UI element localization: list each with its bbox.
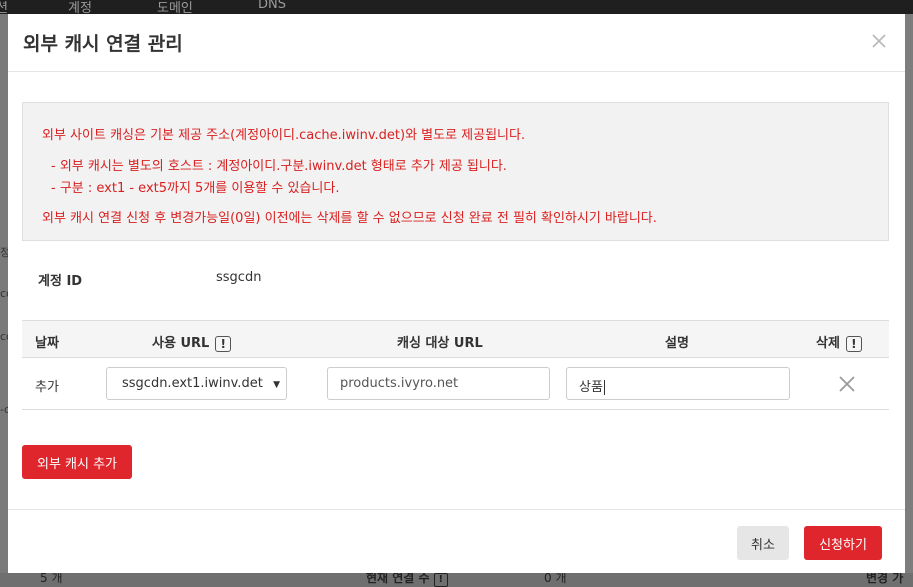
header-use-url: 사용 URL! <box>152 332 232 352</box>
row-date: 추가 <box>35 380 59 395</box>
bg-edge-text: co <box>0 330 8 343</box>
notice-line: - 구분 : ext1 - ext5까지 5개를 이용할 수 있습니다. <box>51 181 340 196</box>
notice-line: - 외부 캐시는 별도의 호스트 : 계정아이디.구분.iwinv.det 형태… <box>51 159 507 174</box>
delete-icon[interactable] <box>838 375 856 393</box>
description-value-wrap: 상품 <box>579 376 605 395</box>
bg-edge-text: -c <box>0 403 8 416</box>
text-cursor <box>603 380 605 395</box>
add-external-cache-button[interactable]: 외부 캐시 추가 <box>22 445 132 479</box>
table-header: 날짜 사용 URL! 캐싱 대상 URL 설명 삭제! <box>22 320 889 358</box>
info-icon[interactable]: ! <box>845 335 862 352</box>
background-bottom-row: 5 개 현재 연결 수 ! 0 개 변경 가 <box>0 573 913 587</box>
bg-count: 5 개 <box>40 573 63 585</box>
bg-edge-text: co <box>0 287 8 300</box>
info-icon[interactable]: ! <box>215 335 232 352</box>
header-delete: 삭제! <box>816 332 862 352</box>
external-cache-modal: 외부 캐시 연결 관리 외부 사이트 캐싱은 기본 제공 주소(계정아이디.ca… <box>8 14 905 573</box>
chevron-down-icon: ▼ <box>273 380 280 390</box>
bg-nav-item: 션 <box>0 1 8 16</box>
background-top-nav: 션 계정 도메인 DNS <box>0 0 913 16</box>
bg-change: 변경 가 <box>866 573 904 585</box>
bg-nav-item: DNS <box>258 0 286 12</box>
bg-total-label: 현재 연결 수 ! <box>366 573 448 587</box>
bg-zero: 0 개 <box>544 573 567 585</box>
notice-box: 외부 사이트 캐싱은 기본 제공 주소(계정아이디.cache.iwinv.de… <box>22 102 889 241</box>
header-date: 날짜 <box>35 336 59 351</box>
account-id-value: ssgcdn <box>216 270 262 285</box>
modal-footer: 취소 신청하기 <box>8 509 905 574</box>
header-description: 설명 <box>665 336 689 351</box>
notice-line: 외부 캐시 연결 신청 후 변경가능일(0일) 이전에는 삭제를 할 수 없으므… <box>42 211 657 226</box>
table-row: 추가 ssgcdn.ext1.iwinv.det ▼ products.ivyr… <box>22 358 889 410</box>
target-url-value: products.ivyro.net <box>340 376 459 391</box>
header-target-url: 캐싱 대상 URL <box>397 336 483 351</box>
close-icon[interactable] <box>870 32 888 50</box>
bg-edge-text: 정 <box>0 246 8 259</box>
use-url-selected: ssgcdn.ext1.iwinv.det <box>122 376 263 391</box>
target-url-input[interactable]: products.ivyro.net <box>327 367 550 400</box>
cancel-button[interactable]: 취소 <box>737 526 789 560</box>
use-url-select[interactable]: ssgcdn.ext1.iwinv.det ▼ <box>106 367 287 400</box>
modal-header: 외부 캐시 연결 관리 <box>8 14 905 72</box>
account-id-label: 계정 ID <box>38 274 83 289</box>
description-value: 상품 <box>579 380 603 395</box>
modal-title: 외부 캐시 연결 관리 <box>23 33 183 55</box>
notice-line: 외부 사이트 캐싱은 기본 제공 주소(계정아이디.cache.iwinv.de… <box>42 128 526 143</box>
submit-button[interactable]: 신청하기 <box>804 526 882 560</box>
background-right-edge <box>905 14 913 573</box>
description-input[interactable]: 상품 <box>566 367 790 400</box>
